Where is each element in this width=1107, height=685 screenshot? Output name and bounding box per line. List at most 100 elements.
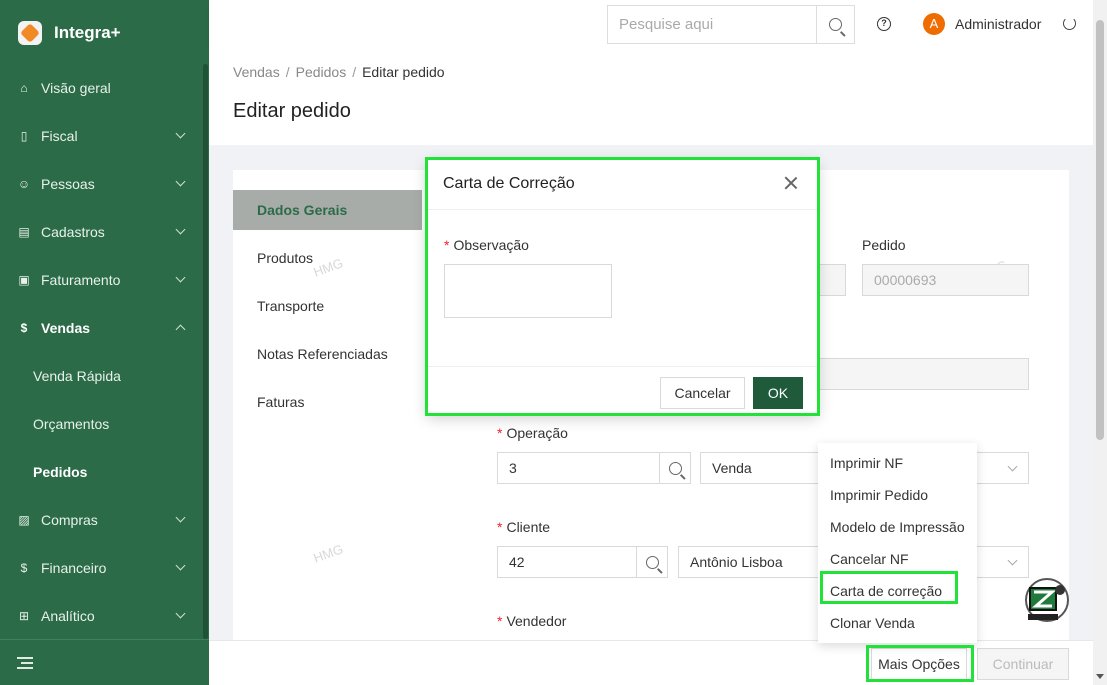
scrollbar-thumb[interactable] [1096, 20, 1104, 440]
sidebar-item-label: Venda Rápida [33, 368, 121, 384]
required-mark: * [497, 519, 503, 535]
help-icon[interactable]: ? [877, 17, 891, 31]
menu-item-clonar-venda[interactable]: Clonar Venda [818, 607, 977, 639]
sidebar-item-analitico[interactable]: ⊞ Analítico [0, 592, 202, 640]
app-name: Integra+ [54, 23, 121, 42]
menu-item-modelo-impressao[interactable]: Modelo de Impressão [818, 511, 977, 543]
sidebar-item-label: Analítico [41, 608, 95, 624]
scroll-down-icon[interactable] [1096, 674, 1104, 679]
carta-correcao-modal: Carta de Correção * Observação Cancelar O… [427, 159, 818, 414]
sidebar-item-vendas[interactable]: $ Vendas [0, 304, 202, 352]
more-options-menu: Imprimir NF Imprimir Pedido Modelo de Im… [818, 443, 977, 643]
cancel-button[interactable]: Cancelar [660, 377, 745, 409]
home-icon: ⌂ [20, 81, 28, 95]
sidebar-item-label: Cadastros [41, 224, 105, 240]
menu-item-imprimir-pedido[interactable]: Imprimir Pedido [818, 479, 977, 511]
sidebar-item-label: Compras [41, 512, 98, 528]
dollar-icon: $ [20, 321, 28, 335]
sidebar-item-faturamento[interactable]: ▣ Faturamento [0, 256, 202, 304]
document-icon: ▯ [20, 129, 28, 143]
sidebar-item-label: Faturamento [41, 272, 121, 288]
refresh-icon[interactable] [1063, 17, 1076, 30]
chevron-down-icon [175, 272, 186, 283]
sidebar-footer [0, 639, 209, 685]
sidebar-item-financeiro[interactable]: $ Financeiro [0, 544, 202, 592]
more-options-button[interactable]: Mais Opções [871, 648, 967, 680]
tab-notas-referenciadas[interactable]: Notas Referenciadas [233, 334, 422, 382]
collapse-menu-icon[interactable] [17, 656, 33, 669]
sidebar-item-label: Vendas [41, 320, 91, 336]
chart-icon: ▨ [18, 513, 30, 527]
operacao-label-text: Operação [506, 425, 568, 441]
breadcrumb-vendas[interactable]: Vendas [233, 64, 280, 80]
billing-icon: ▣ [18, 273, 30, 287]
sidebar-menu: ⌂ Visão geral ▯ Fiscal ☺ Pessoas ▤ Cadas… [0, 64, 202, 640]
operacao-code-field[interactable]: 3 [497, 452, 660, 484]
sidebar-item-orcamentos[interactable]: Orçamentos [0, 400, 202, 448]
vendedor-label: * Vendedor [497, 613, 566, 629]
breadcrumb-pedidos[interactable]: Pedidos [296, 64, 347, 80]
top-header: Pesquise aqui ? A Administrador [209, 0, 1093, 48]
floating-assistant-icon[interactable] [1022, 578, 1072, 624]
menu-item-imprimir-nf[interactable]: Imprimir NF [818, 447, 977, 479]
finance-icon: $ [20, 561, 28, 575]
people-icon: ☺ [17, 177, 31, 191]
sidebar-item-pessoas[interactable]: ☺ Pessoas [0, 160, 202, 208]
operacao-label: * Operação [497, 425, 568, 441]
page-header: Vendas / Pedidos / Editar pedido Editar pedi… [209, 48, 1093, 145]
vendedor-label-text: Vendedor [506, 613, 567, 629]
sidebar-item-fiscal[interactable]: ▯ Fiscal [0, 112, 202, 160]
avatar[interactable]: A [923, 13, 945, 35]
user-name[interactable]: Administrador [955, 16, 1041, 32]
operacao-search-button[interactable] [659, 452, 691, 484]
required-mark: * [444, 237, 450, 253]
app-logo[interactable]: Integra+ [0, 0, 209, 66]
sidebar-item-label: Orçamentos [33, 416, 110, 432]
form-tabs: Dados Gerais Produtos Transporte Notas R… [233, 190, 422, 430]
breadcrumb-separator: / [352, 64, 357, 80]
chevron-down-icon [175, 560, 186, 571]
chevron-down-icon [175, 512, 186, 523]
breadcrumb-separator: / [285, 64, 290, 80]
cliente-search-button[interactable] [636, 546, 668, 578]
required-mark: * [497, 425, 503, 441]
menu-item-carta-correcao[interactable]: Carta de correção [818, 575, 977, 607]
menu-item-cancelar-nf[interactable]: Cancelar NF [818, 543, 977, 575]
sidebar-item-compras[interactable]: ▨ Compras [0, 496, 202, 544]
observacao-label: * Observação [444, 237, 529, 253]
sidebar-item-cadastros[interactable]: ▤ Cadastros [0, 208, 202, 256]
modal-footer: Cancelar OK [427, 366, 818, 414]
page-title: Editar pedido [233, 100, 351, 122]
ok-button[interactable]: OK [753, 377, 803, 409]
sidebar-item-label: Fiscal [41, 128, 78, 144]
cliente-code-field[interactable]: 42 [497, 546, 637, 578]
search-icon [668, 461, 682, 475]
page-scrollbar[interactable] [1093, 0, 1107, 685]
tab-transporte[interactable]: Transporte [233, 286, 422, 334]
tab-faturas[interactable]: Faturas [233, 382, 422, 430]
breadcrumb-current: Editar pedido [362, 64, 445, 80]
watermark: HMG [311, 541, 345, 566]
search-input[interactable]: Pesquise aqui [607, 5, 817, 44]
sidebar-item-pedidos[interactable]: Pedidos [0, 448, 202, 496]
chevron-down-icon [175, 176, 186, 187]
cliente-label: * Cliente [497, 519, 550, 535]
sidebar-item-venda-rapida[interactable]: Venda Rápida [0, 352, 202, 400]
chevron-down-icon [175, 224, 186, 235]
tab-dados-gerais[interactable]: Dados Gerais [233, 190, 422, 230]
sidebar-item-label: Pedidos [33, 464, 88, 480]
observacao-textarea[interactable] [444, 264, 612, 318]
sidebar-item-label: Financeiro [41, 560, 107, 576]
hidden-field [818, 264, 846, 296]
sidebar-item-visao-geral[interactable]: ⌂ Visão geral [0, 64, 202, 112]
breadcrumb: Vendas / Pedidos / Editar pedido [233, 64, 445, 80]
continue-button[interactable]: Continuar [977, 648, 1069, 680]
analytics-icon: ⊞ [18, 609, 30, 623]
sidebar-scrollbar[interactable] [203, 64, 208, 639]
close-icon[interactable] [784, 176, 798, 190]
footer-bar: Mais Opções Continuar [209, 640, 1093, 685]
chevron-down-icon [175, 608, 186, 619]
cliente-label-text: Cliente [506, 519, 551, 535]
pedido-label: Pedido [862, 237, 906, 253]
search-button[interactable] [817, 5, 855, 44]
